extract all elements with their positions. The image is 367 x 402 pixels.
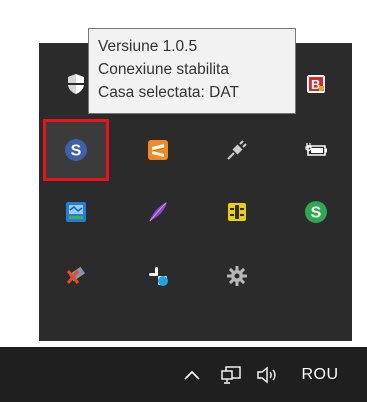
volume-icon[interactable] bbox=[253, 347, 283, 402]
chevron-up-icon[interactable] bbox=[179, 347, 205, 402]
tooltip-connection-line: Conexiune stabilita bbox=[98, 61, 229, 78]
language-indicator[interactable]: ROU bbox=[294, 347, 346, 402]
sublime-text-icon[interactable] bbox=[127, 121, 189, 179]
taskbar: ROU bbox=[0, 347, 367, 402]
network-monitor-icon[interactable] bbox=[45, 183, 107, 241]
plug-icon[interactable] bbox=[206, 121, 268, 179]
svg-text:B: B bbox=[311, 77, 320, 92]
disconnected-drive-icon[interactable] bbox=[45, 247, 107, 305]
dollar-blue-icon[interactable]: S bbox=[43, 119, 109, 181]
tooltip-version-line: Versiune 1.0.5 bbox=[98, 38, 198, 55]
screenshot-frame: B S S Versiune 1.0.5 Conexiune stabilita… bbox=[10, 0, 367, 402]
tooltip-register-line: Casa selectata: DAT bbox=[98, 84, 239, 101]
dollar-green-icon[interactable]: S bbox=[285, 183, 347, 241]
svg-text:S: S bbox=[311, 205, 322, 222]
slack-icon[interactable] bbox=[127, 247, 189, 305]
tray-tooltip: Versiune 1.0.5 Conexiune stabilita Casa … bbox=[88, 28, 296, 114]
battery-charging-icon[interactable] bbox=[285, 121, 347, 179]
gear-icon[interactable] bbox=[206, 247, 268, 305]
network-icon[interactable] bbox=[217, 347, 245, 402]
feather-icon[interactable] bbox=[127, 183, 189, 241]
sim-card-icon[interactable] bbox=[206, 183, 268, 241]
svg-text:S: S bbox=[71, 143, 82, 160]
